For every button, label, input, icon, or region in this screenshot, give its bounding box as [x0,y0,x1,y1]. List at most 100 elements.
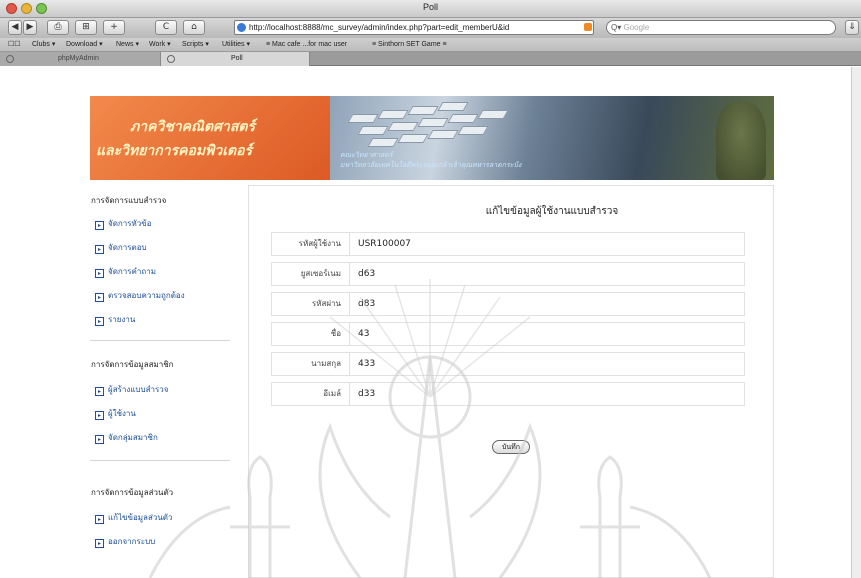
sidebar-section-survey-title: การจัดการแบบสำรวจ [91,196,167,205]
username-field[interactable]: d63 [358,263,375,285]
rss-icon[interactable] [584,23,592,31]
field-row-last-name: นามสกุล 433 [271,352,745,376]
sidebar-divider [90,460,230,461]
bookmark-mac-cafe[interactable]: ≡ Mac cafe ...for mac user [266,38,347,52]
sidebar-section-members-title: การจัดการข้อมูลสมาชิก [91,360,174,369]
sidebar-item-member-groups[interactable]: ▸ จัดกลุ่มสมาชิก [95,431,158,444]
field-label: อีเมล์ [272,383,350,405]
browser-toolbar: ◀ ▶ ⎙ ⊞ + C ⌂ http://localhost:8888/mc_s… [0,18,861,38]
last-name-field[interactable]: 433 [358,353,375,375]
forward-button[interactable]: ▶ [23,20,37,35]
close-tab-icon[interactable] [6,55,14,63]
banner-title-line-1: ภาควิชาคณิตศาสตร์ [130,119,256,135]
keyboard-key [397,134,429,143]
arrow-right-icon: ▸ [95,411,104,420]
arrow-right-icon: ▸ [95,387,104,396]
edit-user-panel: แก้ไขข้อมูลผู้ใช้งานแบบสำรวจ รหัสผู้ใช้ง… [248,185,774,578]
arrow-right-icon: ▸ [95,269,104,278]
field-row-username: ยูสเซอร์เนม d63 [271,262,745,286]
user-id-value: USR100007 [358,239,411,249]
keyboard-key [427,130,459,139]
bookmark-sinthorn-set-game[interactable]: ≡ Sinthorn SET Game ≡ [372,38,447,52]
field-label: ชื่อ [272,323,350,345]
tab-poll[interactable]: Poll [160,52,310,66]
sidebar-item-survey-creators[interactable]: ▸ ผู้สร้างแบบสำรวจ [95,383,168,396]
search-placeholder: Google [623,23,650,32]
close-tab-icon[interactable] [167,55,175,63]
keyboard-key [347,114,379,123]
field-row-first-name: ชื่อ 43 [271,322,745,346]
keyboard-key [417,118,449,127]
bookmark-clubs[interactable]: Clubs ▾ [32,38,55,52]
bookmark-utilities[interactable]: Utilities ▾ [222,38,250,52]
banner-caption-line-2: มหาวิทยาลัยเทคโนโลยีพระจอมเกล้าเจ้าคุณทห… [340,161,522,169]
statue-image [716,102,766,180]
field-label: รหัสผ่าน [272,293,350,315]
sidebar-item-manage-answers[interactable]: ▸ จัดการตอบ [95,241,147,254]
first-name-field[interactable]: 43 [358,323,369,345]
browser-window: Poll ◀ ▶ ⎙ ⊞ + C ⌂ http://localhost:8888… [0,0,861,578]
tab-bar: phpMyAdmin Poll [0,52,861,66]
site-icon [237,23,246,32]
arrow-right-icon: ▸ [95,515,104,524]
sidebar-item-manage-questions[interactable]: ▸ จัดการคำถาม [95,265,156,278]
arrow-right-icon: ▸ [95,245,104,254]
sidebar-menu: การจัดการแบบสำรวจ ▸ จัดการหัวข้อ ▸ จัดการต… [90,180,235,578]
keyboard-key [377,110,409,119]
form-title: แก้ไขข้อมูลผู้ใช้งานแบบสำรวจ [485,206,619,217]
sidebar-section-personal-title: การจัดการข้อมูลส่วนตัว [91,488,174,497]
title-bar: Poll [0,0,861,18]
reload-button[interactable]: C [155,20,177,35]
search-icon: Q▾ [611,23,622,32]
keyboard-key [367,138,399,147]
save-button[interactable]: บันทึก [492,440,530,454]
keyboard-key [447,114,479,123]
bookmark-work[interactable]: Work ▾ [149,38,171,52]
back-button[interactable]: ◀ [8,20,22,35]
sidebar-item-users[interactable]: ▸ ผู้ใช้งาน [95,407,136,420]
sidebar-item-edit-profile[interactable]: ▸ แก้ไขข้อมูลส่วนตัว [95,511,172,524]
bookmark-news[interactable]: News ▾ [116,38,139,52]
home-button[interactable]: ⌂ [183,20,205,35]
arrow-right-icon: ▸ [95,317,104,326]
field-row-email: อีเมล์ d33 [271,382,745,406]
keyboard-key [357,126,389,135]
sidebar-item-report[interactable]: ▸ รายงาน [95,313,135,326]
field-label: ยูสเซอร์เนม [272,263,350,285]
web-page: ภาควิชาคณิตศาสตร์ และวิทยาการคอมพิวเตอร์… [0,67,861,578]
bookmarks-bar: ☐☐ Clubs ▾ Download ▾ News ▾ Work ▾ Scri… [0,38,861,52]
field-row-password: รหัสผ่าน d83 [271,292,745,316]
bookmark-download[interactable]: Download ▾ [66,38,103,52]
search-field[interactable]: Q▾ Google [606,20,836,35]
downloads-button[interactable]: ⇓ [845,20,859,35]
address-bar[interactable]: http://localhost:8888/mc_survey/admin/in… [234,20,594,35]
window-title: Poll [422,2,438,12]
field-label: นามสกุล [272,353,350,375]
print-button[interactable]: ⎙ [47,20,69,35]
tab-label: phpMyAdmin [58,55,99,62]
banner-title-panel: ภาควิชาคณิตศาสตร์ และวิทยาการคอมพิวเตอร์ [90,96,330,180]
keyboard-key [387,122,419,131]
tab-phpmyadmin[interactable]: phpMyAdmin [0,52,160,66]
email-field[interactable]: d33 [358,383,375,405]
sidebar-item-verify[interactable]: ▸ ตรวจสอบความถูกต้อง [95,289,185,302]
add-bookmark-button[interactable]: + [103,20,125,35]
keyboard-key [437,102,469,111]
tab-label: Poll [231,55,243,62]
keyboard-key [457,126,489,135]
site-banner: ภาควิชาคณิตศาสตร์ และวิทยาการคอมพิวเตอร์… [90,96,774,180]
sidebar-item-manage-topics[interactable]: ▸ จัดการหัวข้อ [95,217,152,230]
password-field[interactable]: d83 [358,293,375,315]
arrow-right-icon: ▸ [95,293,104,302]
arrow-right-icon: ▸ [95,221,104,230]
field-row-user-id: รหัสผู้ใช้งาน USR100007 [271,232,745,256]
keyboard-key [407,106,439,115]
sidebar-item-logout[interactable]: ▸ ออกจากระบบ [95,535,155,548]
bookmarks-button[interactable]: ⊞ [75,20,97,35]
banner-title-line-2: และวิทยาการคอมพิวเตอร์ [96,143,253,159]
bookmark-scripts[interactable]: Scripts ▾ [182,38,209,52]
sidebar-divider [90,340,230,341]
bookmarks-book-icon[interactable]: ☐☐ [8,38,21,52]
arrow-right-icon: ▸ [95,435,104,444]
page-scrollbar[interactable] [851,67,861,578]
